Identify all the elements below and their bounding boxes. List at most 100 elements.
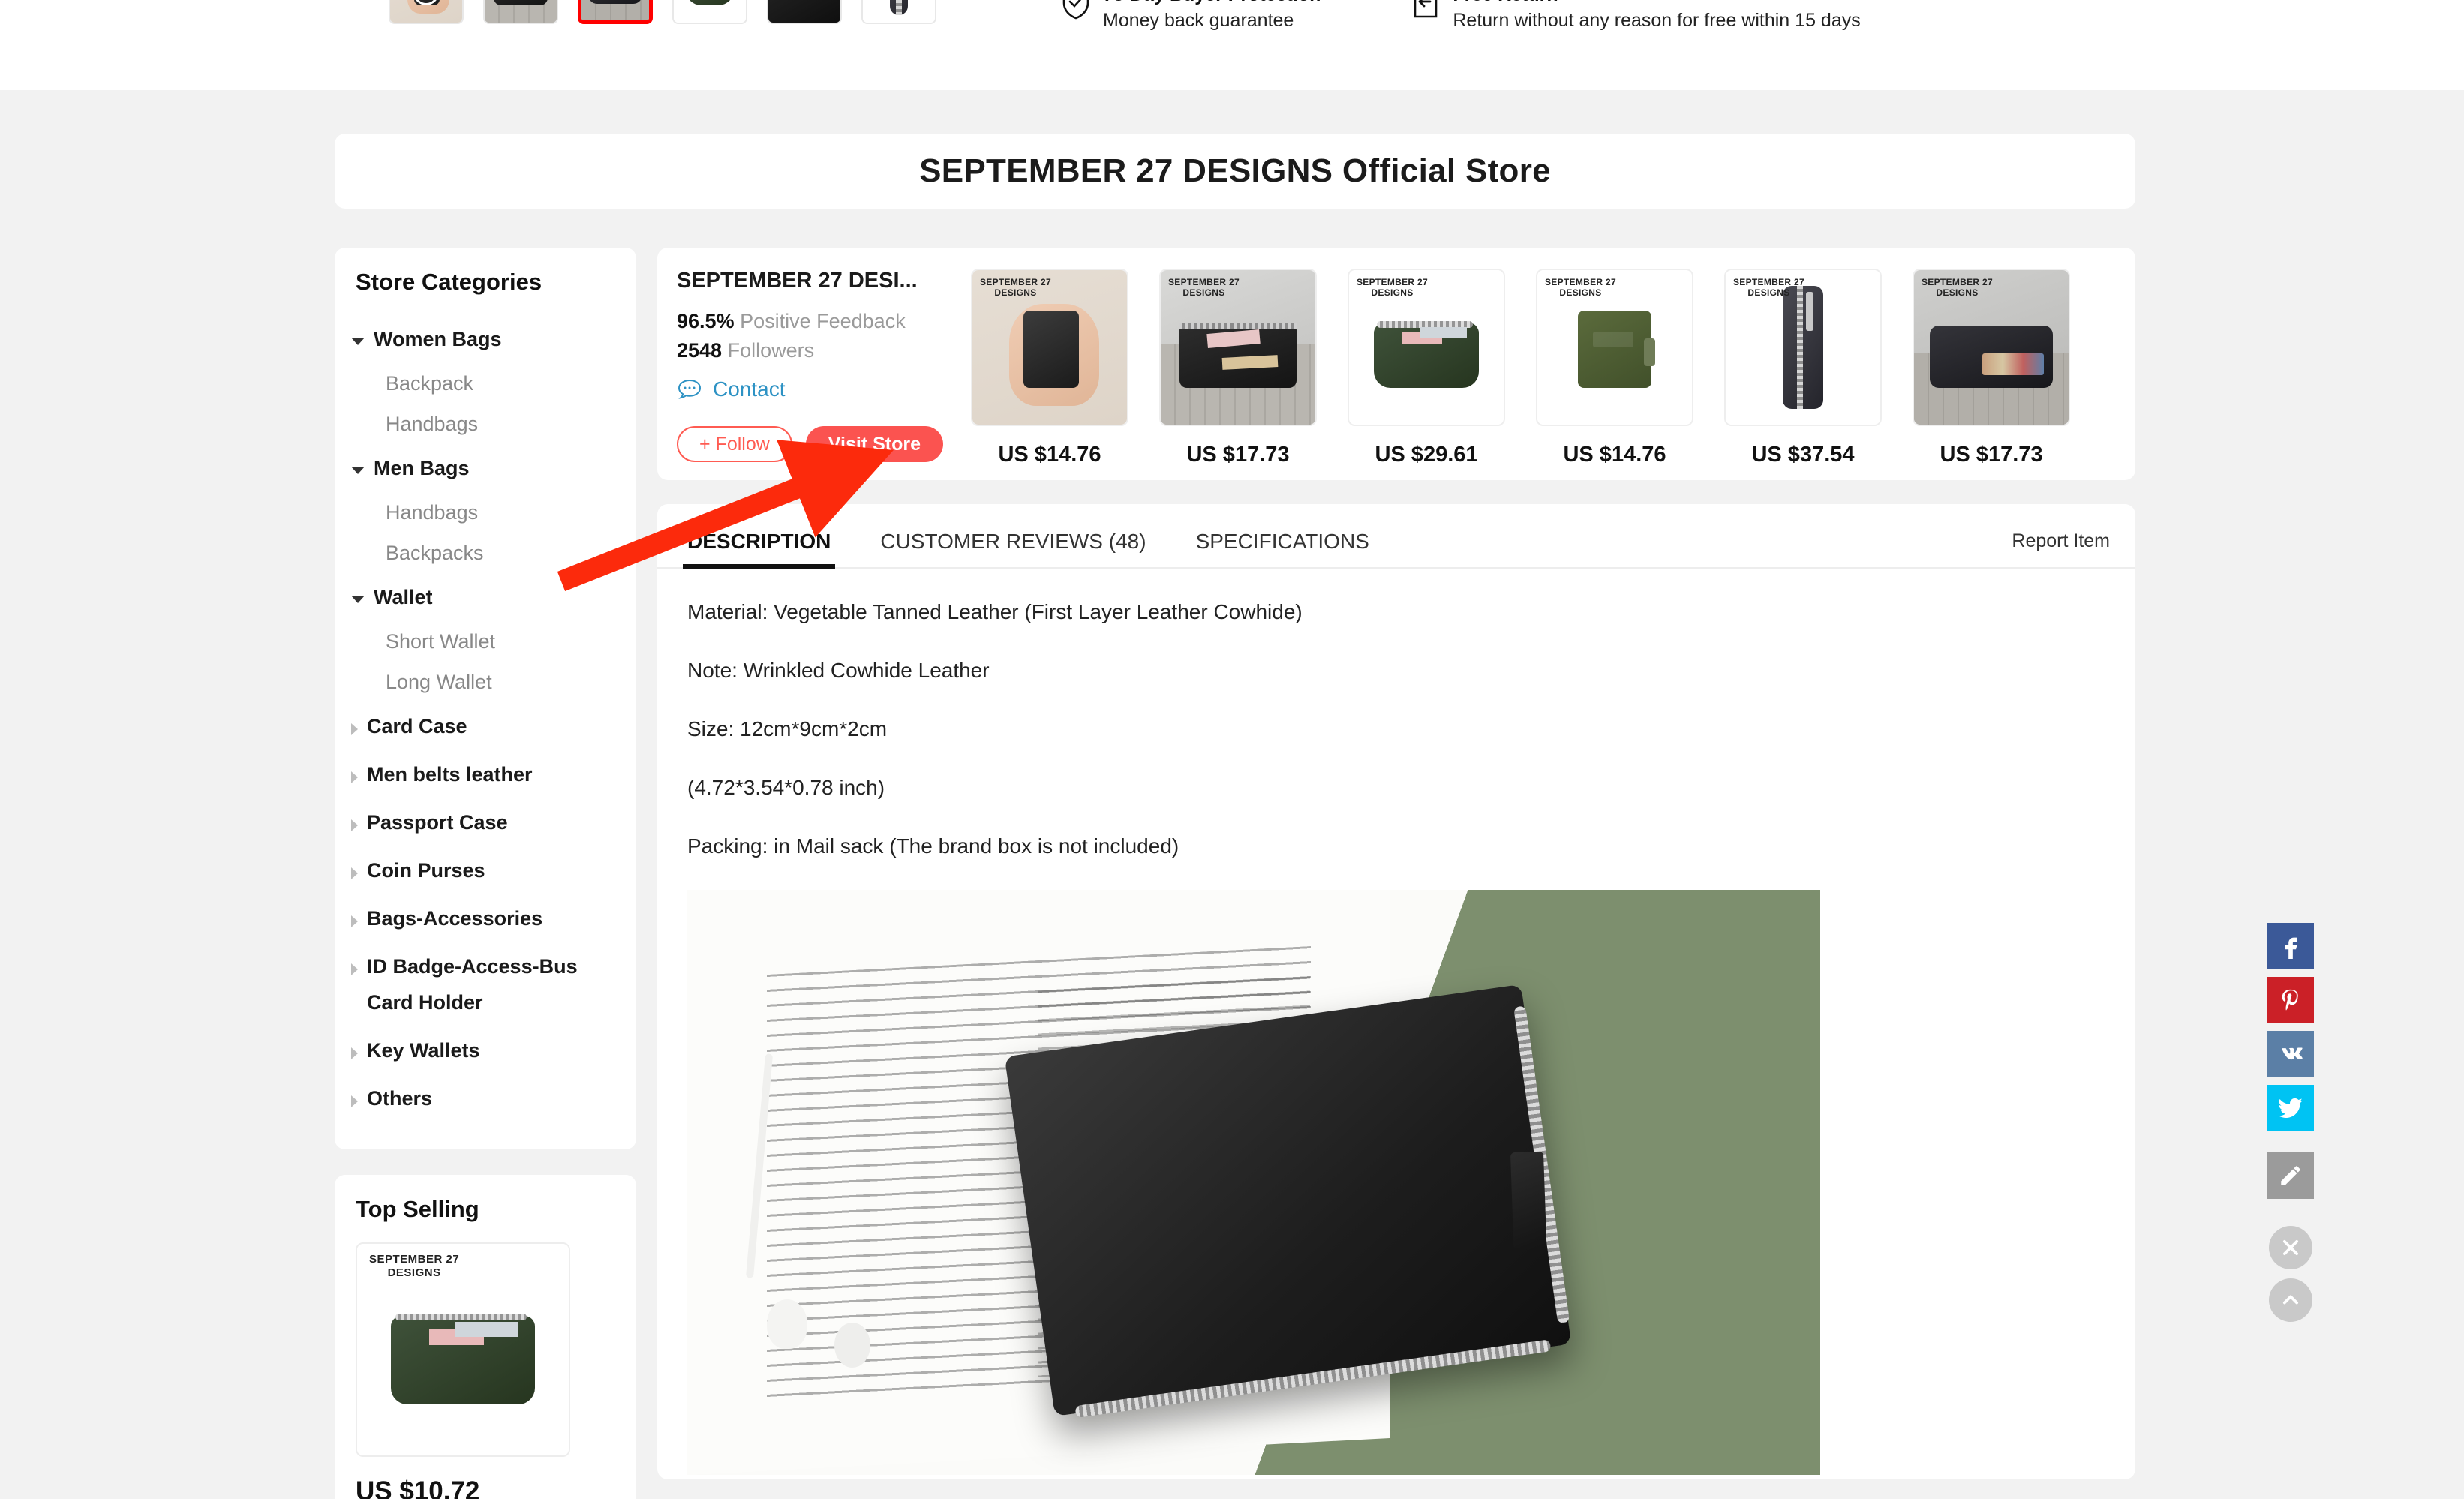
sidebar-category-others[interactable]: Others	[335, 1074, 636, 1122]
top-selling-card[interactable]: SEPTEMBER 27 DESIGNS	[356, 1242, 570, 1457]
store-product-row: SEPTEMBER 27 DESIGNS US $14.76 SEPTEMBER 27…	[971, 269, 2070, 467]
report-item-link[interactable]: Report Item	[2012, 530, 2110, 552]
watermark: SEPTEMBER 27 DESIGNS	[1733, 277, 1804, 298]
description-paragraph: (4.72*3.54*0.78 inch)	[687, 776, 885, 799]
sidebar-subcategory-long-wallet[interactable]: Long Wallet	[335, 662, 636, 702]
description-paragraph: Size: 12cm*9cm*2cm	[687, 717, 888, 740]
store-product-item[interactable]: SEPTEMBER 27 DESIGNS US $17.73	[1913, 269, 2070, 467]
watermark: SEPTEMBER 27 DESIGNS	[1168, 277, 1240, 298]
product-page: 75-Day Buyer Protection Money back guaran…	[0, 0, 2464, 1499]
caret-down-icon	[351, 338, 365, 345]
tab-customer-reviews-48[interactable]: CUSTOMER REVIEWS (48)	[876, 521, 1150, 567]
thumb-video[interactable]	[389, 0, 464, 24]
sidebar-subcategory-backpack[interactable]: Backpack	[335, 363, 636, 404]
subcategory-label: Short Wallet	[386, 630, 496, 653]
category-label: Others	[367, 1087, 433, 1110]
product-image	[674, 0, 746, 23]
category-label: Card Case	[367, 715, 467, 737]
seller-info: SEPTEMBER 27 DESI... 96.5% Positive Feed…	[677, 269, 947, 401]
pinterest-icon[interactable]	[2267, 977, 2314, 1023]
sidebar-category-passport-case[interactable]: Passport Case	[335, 798, 636, 846]
vk-icon[interactable]	[2267, 1031, 2314, 1077]
sidebar-subcategory-backpacks[interactable]: Backpacks	[335, 533, 636, 573]
subcategory-label: Handbags	[386, 413, 479, 435]
detail-panel: DESCRIPTION CUSTOMER REVIEWS (48) SPECIFIC…	[657, 504, 2135, 1479]
thumb-wallet-angle[interactable]	[767, 0, 842, 24]
sidebar-category-men-bags[interactable]: Men Bags	[335, 444, 636, 492]
tab-description[interactable]: DESCRIPTION	[683, 521, 836, 569]
store-product-item[interactable]: SEPTEMBER 27 DESIGNS US $14.76	[971, 269, 1128, 467]
product-thumbnail: SEPTEMBER 27 DESIGNS	[1348, 269, 1505, 426]
page-controls	[2267, 1226, 2314, 1322]
feedback-label: Positive Feedback	[740, 310, 906, 332]
social-share-rail	[2267, 923, 2314, 1322]
sidebar-subcategory-short-wallet[interactable]: Short Wallet	[335, 621, 636, 662]
sidebar-category-men-belts-leather[interactable]: Men belts leather	[335, 750, 636, 798]
caret-right-icon	[351, 915, 358, 927]
category-label: Men Bags	[374, 457, 470, 479]
sidebar-category-women-bags[interactable]: Women Bags	[335, 315, 636, 363]
guarantee-subtitle: Money back guarantee	[1103, 10, 1294, 31]
store-product-item[interactable]: SEPTEMBER 27 DESIGNS US $37.54	[1724, 269, 1882, 467]
category-label: Bags-Accessories	[367, 907, 543, 930]
store-product-item[interactable]: SEPTEMBER 27 DESIGNS US $14.76	[1536, 269, 1693, 467]
product-price: US $14.76	[998, 443, 1101, 467]
facebook-icon[interactable]	[2267, 923, 2314, 969]
sidebar-subcategory-handbags[interactable]: Handbags	[335, 492, 636, 533]
sidebar-subcategory-handbags[interactable]: Handbags	[335, 404, 636, 444]
sidebar-category-coin-purses[interactable]: Coin Purses	[335, 846, 636, 894]
pencil-icon[interactable]	[2267, 1152, 2314, 1199]
sidebar-category-key-wallets[interactable]: Key Wallets	[335, 1026, 636, 1074]
category-label: Passport Case	[367, 811, 508, 834]
subcategory-label: Long Wallet	[386, 671, 492, 693]
store-categories-panel: Store Categories Women Bags Backpack Handb…	[335, 248, 636, 1149]
store-categories-title: Store Categories	[356, 269, 542, 295]
chat-bubble-icon	[678, 379, 702, 399]
visit-store-button[interactable]: Visit Store	[805, 426, 943, 462]
watermark: SEPTEMBER 27 DESIGNS	[369, 1253, 460, 1279]
top-selling-title: Top Selling	[356, 1196, 479, 1222]
category-label: Men belts leather	[367, 763, 533, 786]
tab-specifications[interactable]: SPECIFICATIONS	[1191, 521, 1374, 567]
top-selling-price: US $10.72	[356, 1476, 480, 1499]
close-icon[interactable]	[2269, 1226, 2312, 1269]
thumb-wallet-flat[interactable]	[861, 0, 936, 24]
guarantee-subtitle: Return without any reason for free withi…	[1453, 10, 1861, 31]
top-selling-panel: Top Selling SEPTEMBER 27 DESIGNS US $10.7…	[335, 1175, 636, 1499]
product-price: US $14.76	[1563, 443, 1666, 467]
caret-down-icon	[351, 596, 365, 603]
feedback-value: 96.5%	[677, 310, 735, 332]
feedback-stat: 96.5% Positive Feedback	[677, 310, 947, 333]
product-thumbnail: SEPTEMBER 27 DESIGNS	[971, 269, 1128, 426]
caret-down-icon	[351, 467, 365, 474]
seller-actions: + Follow Visit Store	[677, 426, 943, 462]
caret-right-icon	[351, 819, 358, 831]
twitter-icon[interactable]	[2267, 1085, 2314, 1131]
store-product-item[interactable]: SEPTEMBER 27 DESIGNS US $29.61	[1348, 269, 1505, 467]
product-thumbnail: SEPTEMBER 27 DESIGNS	[1536, 269, 1693, 426]
sidebar-category-bags-accessories[interactable]: Bags-Accessories	[335, 894, 636, 942]
contact-link[interactable]: Contact	[677, 377, 947, 401]
caret-right-icon	[351, 1095, 358, 1107]
followers-label: Followers	[727, 339, 815, 362]
thumb-wallet-open[interactable]	[578, 0, 653, 24]
sidebar-category-wallet[interactable]: Wallet	[335, 573, 636, 621]
thumb-wallet-side[interactable]	[672, 0, 747, 24]
product-price: US $29.61	[1375, 443, 1478, 467]
thumb-collage[interactable]	[483, 0, 558, 24]
product-price: US $17.73	[1940, 443, 2043, 467]
watermark: SEPTEMBER 27 DESIGNS	[1357, 277, 1428, 298]
category-label: Wallet	[374, 586, 433, 608]
seller-name[interactable]: SEPTEMBER 27 DESI...	[677, 269, 947, 293]
product-thumbnail: SEPTEMBER 27 DESIGNS	[1913, 269, 2070, 426]
follow-button[interactable]: + Follow	[677, 426, 792, 462]
guarantee-list: 75-Day Buyer Protection Money back guaran…	[1061, 0, 1861, 33]
sidebar-category-card-case[interactable]: Card Case	[335, 702, 636, 750]
sidebar-category-id-badge-access-bus-card-holder[interactable]: ID Badge-Access-Bus Card Holder	[335, 942, 636, 1026]
seller-panel: SEPTEMBER 27 DESI... 96.5% Positive Feed…	[657, 248, 2135, 480]
guarantee-item: 75-Day Buyer Protection Money back guaran…	[1061, 0, 1321, 33]
followers-value: 2548	[677, 339, 723, 362]
store-product-item[interactable]: SEPTEMBER 27 DESIGNS US $17.73	[1159, 269, 1317, 467]
subcategory-label: Backpacks	[386, 542, 484, 564]
chevron-up-icon[interactable]	[2269, 1278, 2312, 1322]
